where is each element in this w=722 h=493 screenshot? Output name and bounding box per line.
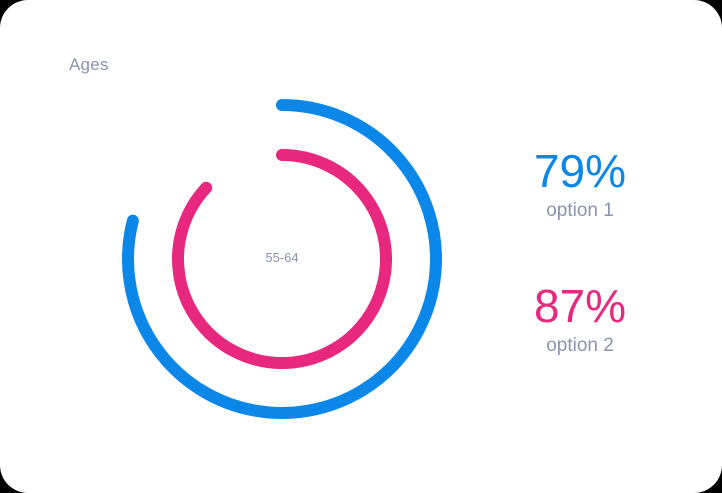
center-label: 55-64	[265, 250, 298, 265]
legend-label: option 2	[546, 335, 614, 356]
legend-item-option-2: 87% option 2	[500, 281, 660, 359]
radial-chart: 55-64	[122, 99, 442, 419]
legend-value: 87%	[533, 280, 627, 332]
chart-card: Ages 55-64 79% option 1 87% option 2	[0, 0, 722, 493]
legend-item-option-1: 79% option 1	[500, 146, 660, 224]
legend-value: 79%	[533, 145, 627, 197]
legend-label: option 1	[546, 200, 614, 221]
